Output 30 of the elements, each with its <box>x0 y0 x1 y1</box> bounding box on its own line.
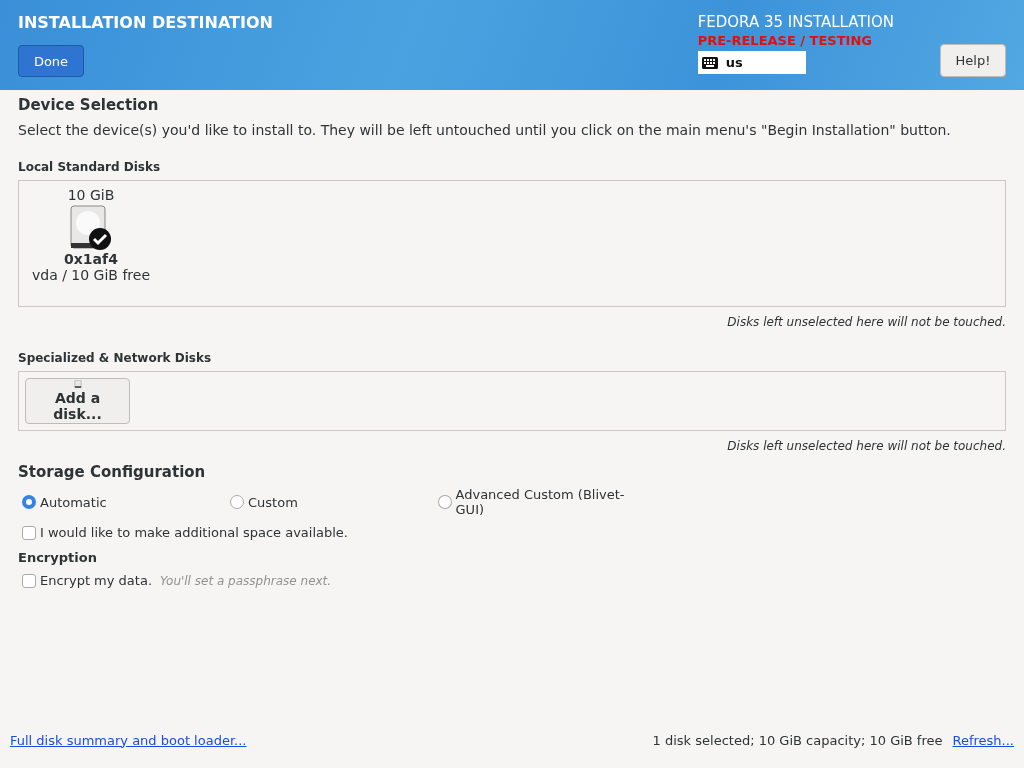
product-title: FEDORA 35 INSTALLATION <box>697 13 894 31</box>
radio-option[interactable]: Advanced Custom (Blivet-GUI) <box>438 487 646 517</box>
disk-details: vda / 10 GiB free <box>32 267 150 283</box>
disk-icon[interactable] <box>69 205 113 251</box>
radio-option[interactable]: Automatic <box>22 487 230 517</box>
checkbox-option[interactable]: I would like to make additional space available. <box>18 525 1006 540</box>
hint-text: Disks left unselected here will not be touched. <box>726 439 1006 453</box>
refresh-link[interactable]: Refresh... <box>952 732 1014 748</box>
disk-name: 0x1af4 <box>64 251 118 267</box>
checkbox-option[interactable]: Encrypt my data. <box>18 573 153 588</box>
radio-option[interactable]: Custom <box>230 487 438 517</box>
keyboard-icon <box>701 56 718 69</box>
disk-size: 10 GiB <box>67 187 115 203</box>
prerelease-label: PRE-RELEASE / TESTING <box>697 33 873 48</box>
status-text: 1 disk selected; 10 GiB capacity; 10 GiB free <box>652 732 943 748</box>
page-title: INSTALLATION DESTINATION <box>18 13 273 32</box>
section-heading: Storage Configuration <box>18 463 207 481</box>
add-disk-button[interactable]: Add a disk... <box>25 378 130 424</box>
done-button[interactable]: Done <box>18 45 84 77</box>
keyboard-layout-field[interactable]: us <box>697 51 806 74</box>
description-text: Select the device(s) you'd like to install to. They will be left untouched until you click on the main menu's "Begin Installation" button. <box>18 122 952 138</box>
section-heading: Encryption <box>18 550 98 565</box>
help-button[interactable]: Help! <box>940 44 1006 77</box>
section-heading: Device Selection <box>18 96 160 114</box>
section-heading: Specialized & Network Disks <box>18 351 213 365</box>
keyboard-layout-text: us <box>725 55 743 70</box>
section-heading: Local Standard Disks <box>18 160 162 174</box>
summary-link[interactable]: Full disk summary and boot loader... <box>10 732 247 748</box>
hint-text: You'll set a passphrase next. <box>160 574 332 588</box>
hint-text: Disks left unselected here will not be touched. <box>726 315 1006 329</box>
